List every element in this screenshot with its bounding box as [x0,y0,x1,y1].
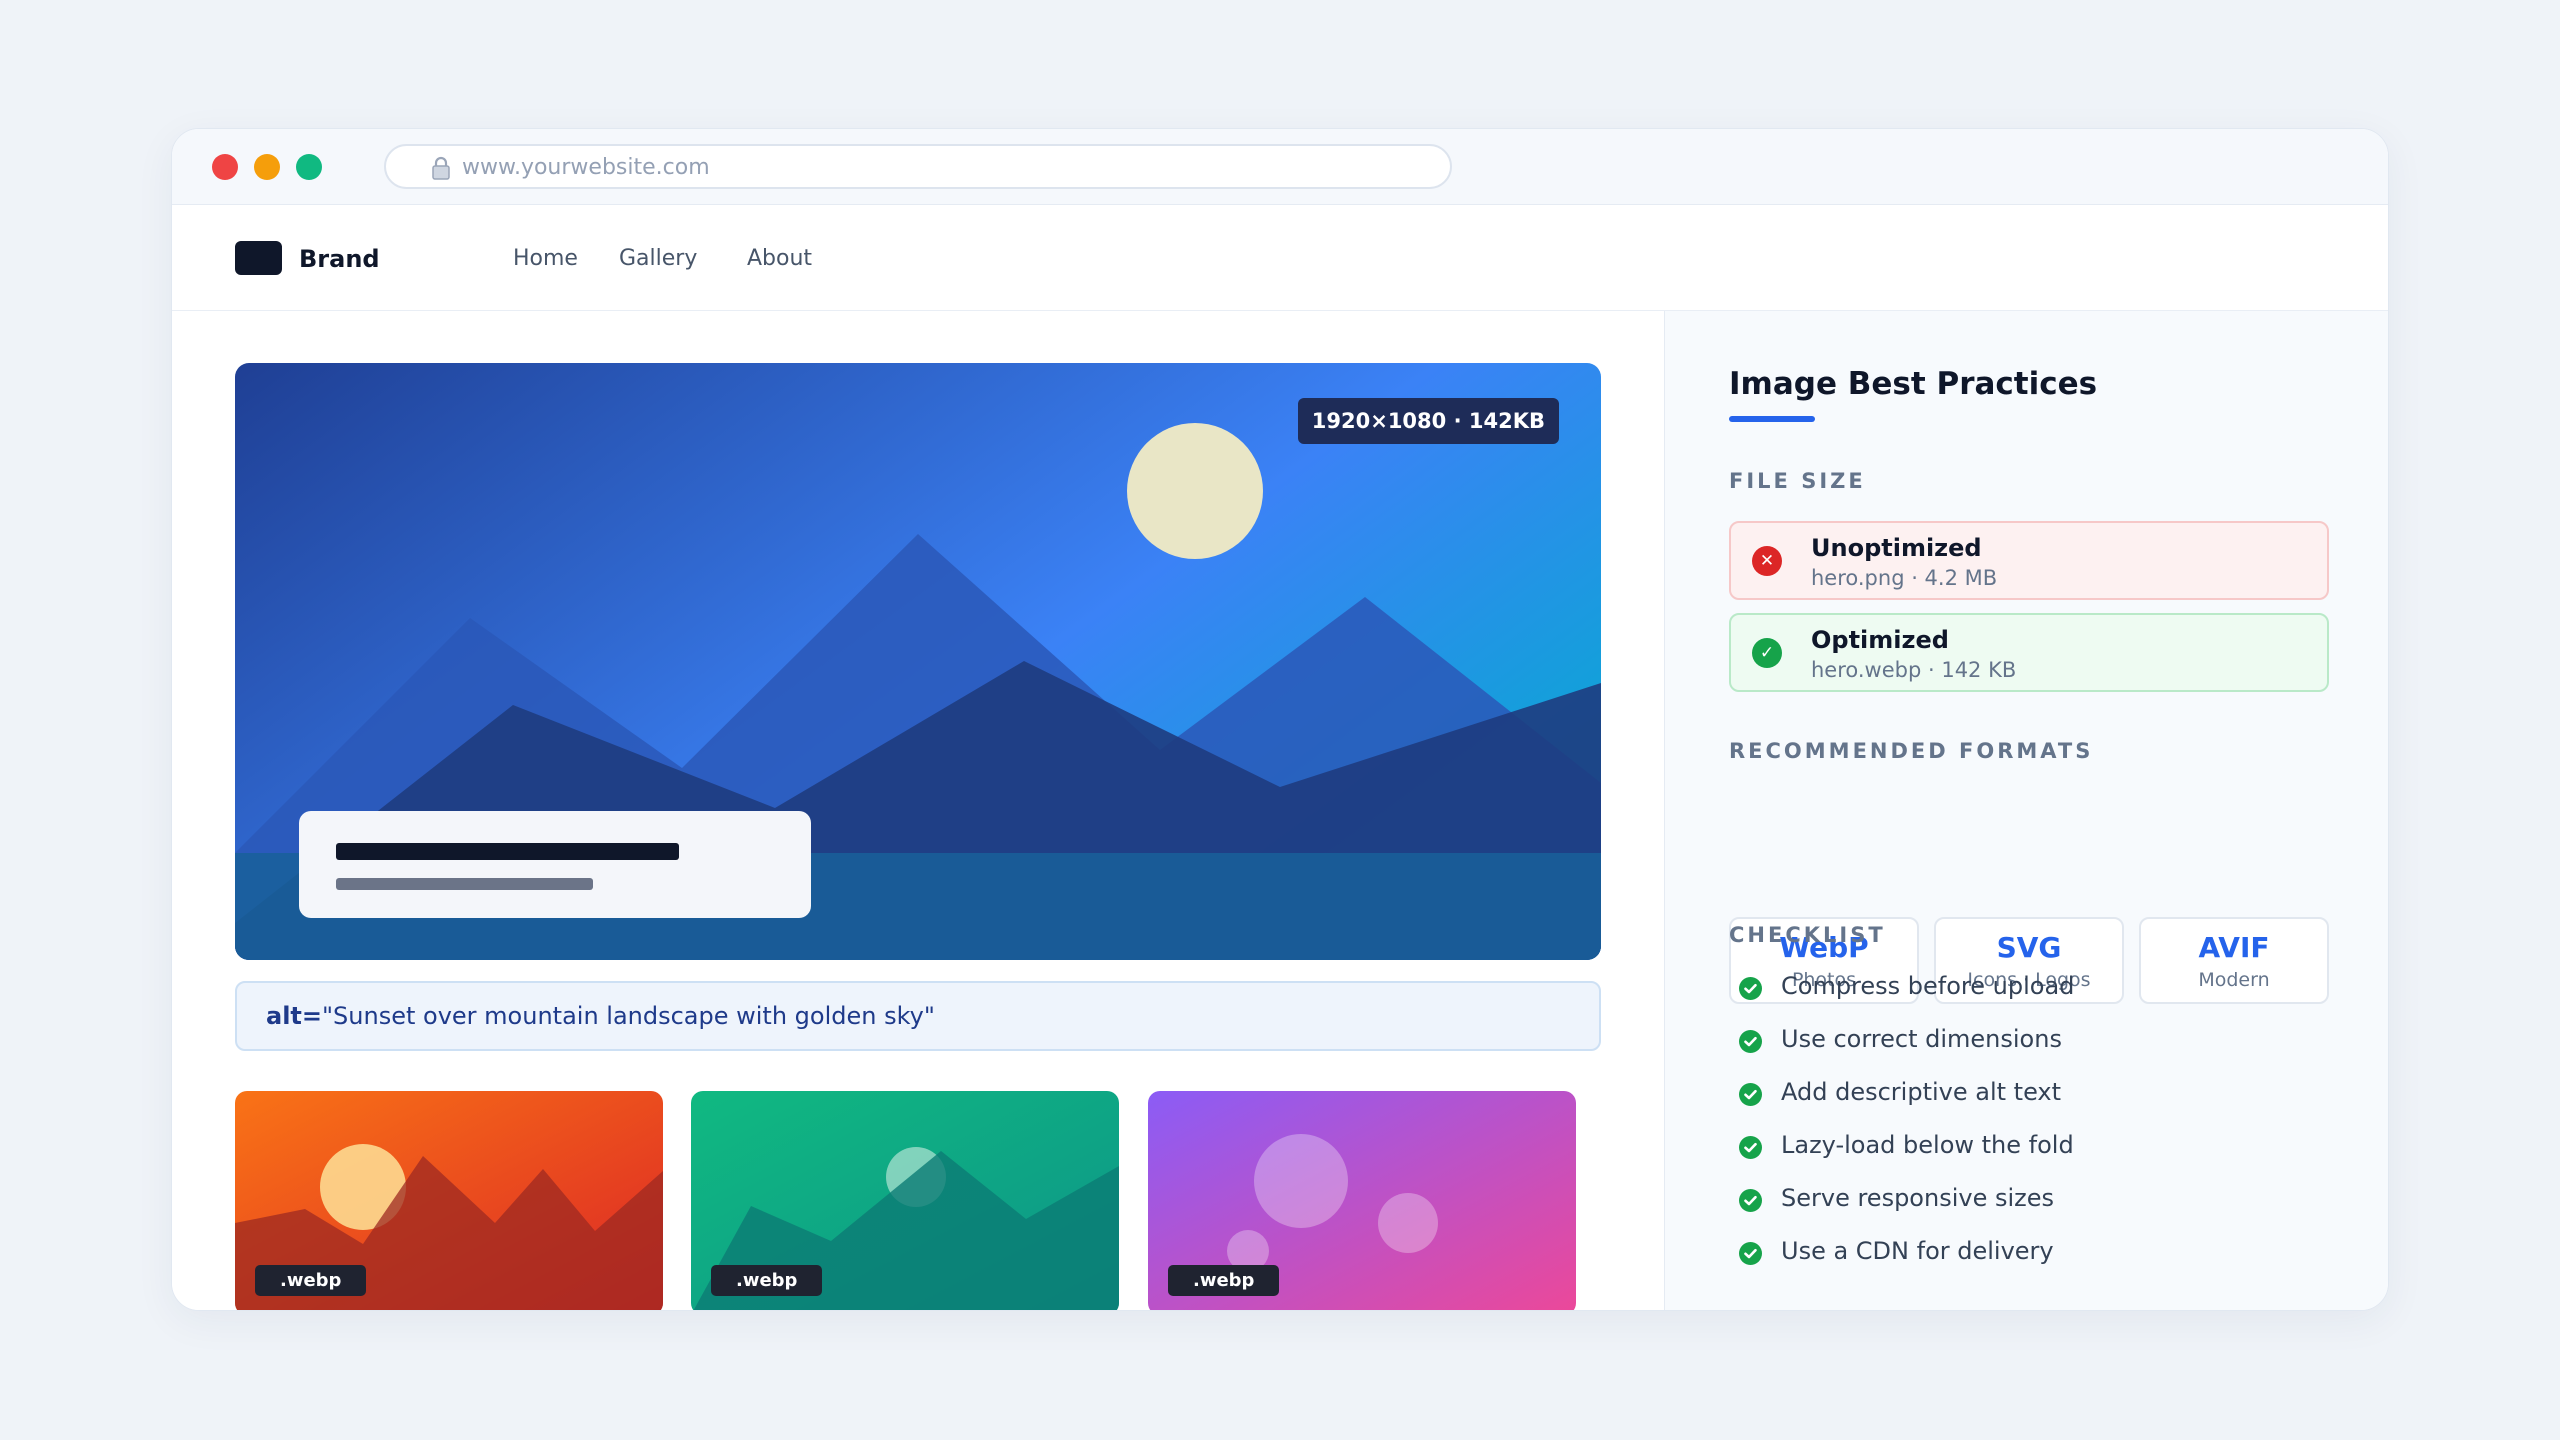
recommended-formats-label: RECOMMENDED FORMATS [1729,739,2094,763]
url-text: www.yourwebsite.com [462,155,710,180]
checklist-label: CHECKLIST [1729,923,1886,947]
check-circle-icon [1739,1083,1762,1106]
thumbnail-sunset[interactable]: .webp [235,1091,663,1310]
checklist-item-label: Use a CDN for delivery [1781,1237,2054,1265]
unoptimized-title: Unoptimized [1811,534,1982,562]
check-circle-icon [1739,977,1762,1000]
lock-icon [432,156,450,180]
checklist-item-label: Lazy-load below the fold [1781,1131,2074,1159]
format-use: Modern [2198,969,2270,991]
unoptimized-card: ✕ Unoptimized hero.png · 4.2 MB [1729,521,2329,600]
caption-title-placeholder [336,843,679,860]
hero-image[interactable]: 1920×1080 · 142KB [235,363,1601,960]
alt-text-box: alt="Sunset over mountain landscape with… [235,981,1601,1051]
check-circle-icon [1739,1136,1762,1159]
thumbnail-teal-mountains[interactable]: .webp [691,1091,1119,1310]
site-nav: Brand Home Gallery About [172,205,2388,311]
format-name: SVG [1996,931,2062,964]
unoptimized-detail: hero.png · 4.2 MB [1811,566,1998,590]
maximize-window-button[interactable] [296,154,322,180]
browser-chrome: www.yourwebsite.com [172,129,2388,205]
check-circle-icon [1739,1030,1762,1053]
check-circle-icon [1739,1189,1762,1212]
sun-shape [1127,423,1263,559]
nav-link-about[interactable]: About [747,246,812,271]
brand-name[interactable]: Brand [299,245,380,273]
nav-link-gallery[interactable]: Gallery [619,246,697,271]
x-icon: ✕ [1752,546,1782,576]
format-tag: .webp [1168,1265,1280,1296]
checklist-item-label: Add descriptive alt text [1781,1078,2062,1106]
hero-caption-card [299,811,811,918]
format-tag: .webp [711,1265,823,1296]
checklist-item-label: Compress before upload [1781,972,2075,1000]
thumbnail-purple-bubbles[interactable]: .webp [1148,1091,1576,1310]
brand-logo[interactable] [235,241,282,275]
main-content: 1920×1080 · 142KB alt="Sunset over mount… [172,311,1664,1310]
file-size-label: FILE SIZE [1729,469,1866,493]
alt-attribute-key: alt= [266,1002,323,1030]
format-tag: .webp [255,1265,367,1296]
title-underline [1729,416,1815,422]
address-bar[interactable]: www.yourwebsite.com [384,144,1452,189]
check-circle-icon [1739,1242,1762,1265]
optimized-detail: hero.webp · 142 KB [1811,658,2017,682]
image-dimensions-badge: 1920×1080 · 142KB [1297,398,1559,444]
check-icon: ✓ [1752,638,1782,668]
best-practices-sidebar: Image Best Practices FILE SIZE ✕ Unoptim… [1664,311,2388,1310]
browser-window: www.yourwebsite.com Brand Home Gallery A… [171,128,2389,1311]
checklist-item-label: Use correct dimensions [1781,1025,2062,1053]
nav-link-home[interactable]: Home [513,246,578,271]
optimized-card: ✓ Optimized hero.webp · 142 KB [1729,613,2329,692]
optimized-title: Optimized [1811,626,1949,654]
alt-attribute-value: "Sunset over mountain landscape with gol… [322,1002,935,1030]
checklist-item-label: Serve responsive sizes [1781,1184,2055,1212]
sidebar-title: Image Best Practices [1729,366,2098,402]
format-name: AVIF [2198,931,2270,964]
caption-subtitle-placeholder [336,878,593,890]
close-window-button[interactable] [212,154,238,180]
minimize-window-button[interactable] [254,154,280,180]
format-card-avif: AVIF Modern [2139,917,2329,1004]
